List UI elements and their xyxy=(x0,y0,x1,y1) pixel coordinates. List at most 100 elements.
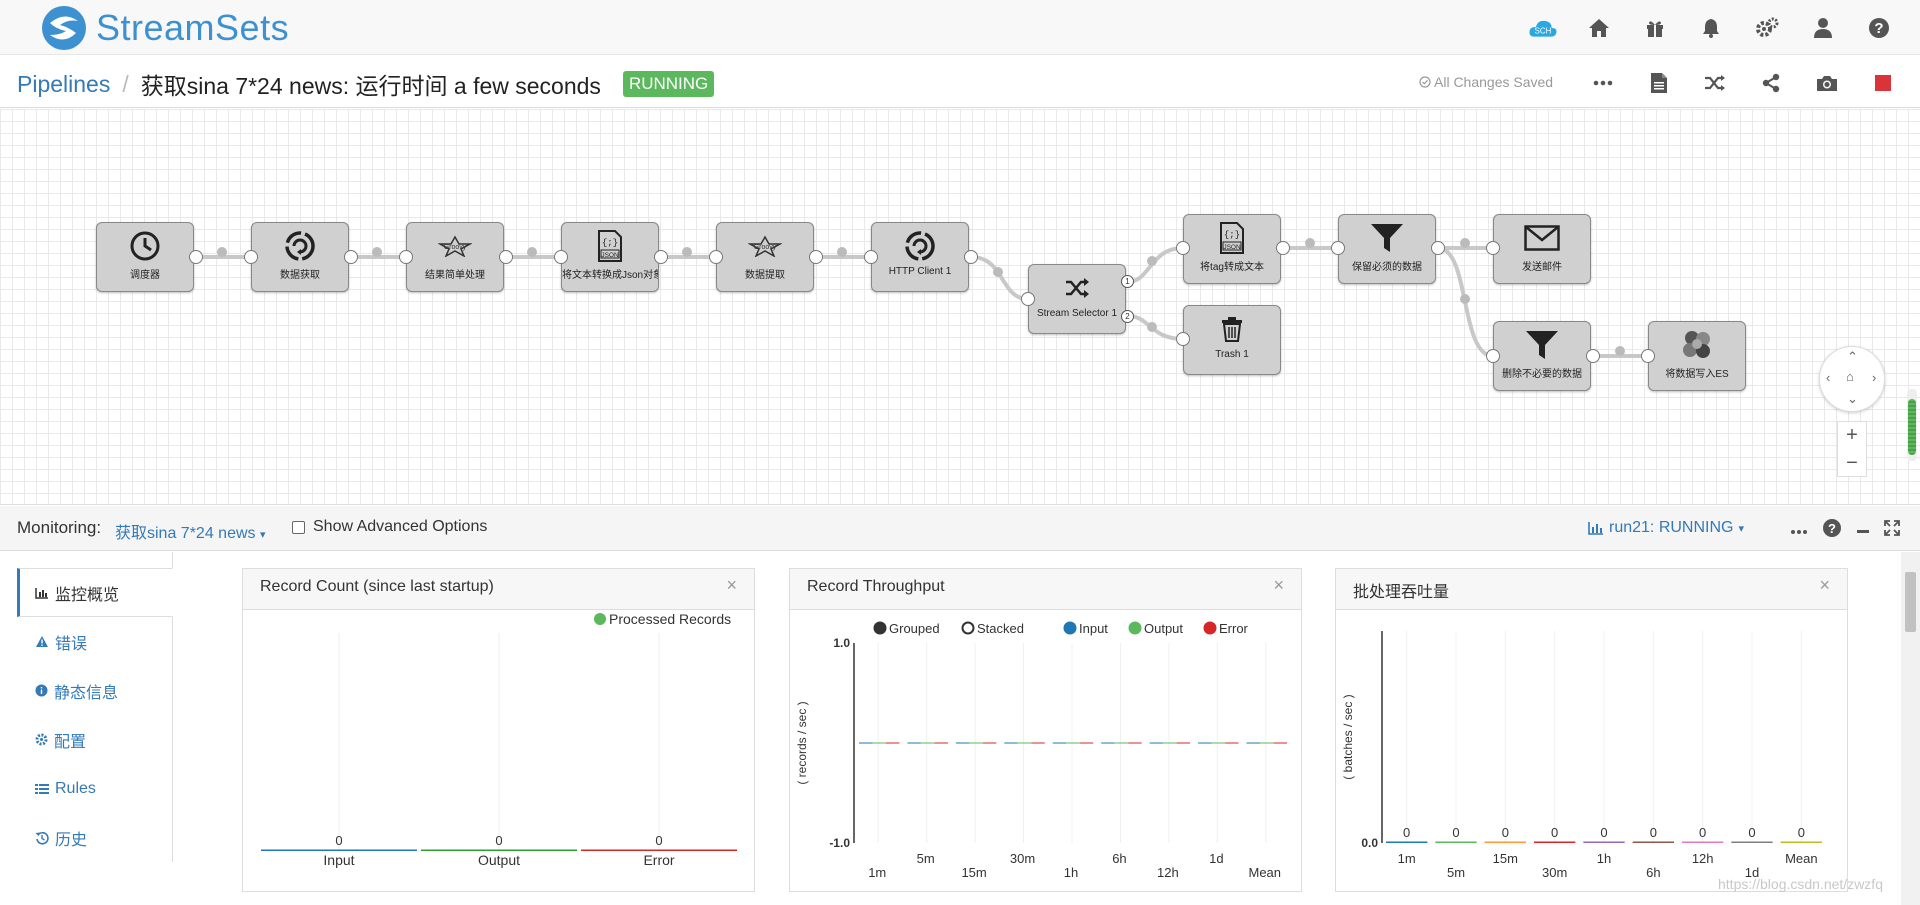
output-port[interactable] xyxy=(344,250,358,264)
input-port[interactable] xyxy=(1486,349,1500,363)
sidenav-item-label: 静态信息 xyxy=(54,684,119,702)
input-port[interactable] xyxy=(1176,241,1190,255)
sidenav-item-summary[interactable]: 监控概览 xyxy=(17,568,173,617)
zoom-in-button[interactable]: + xyxy=(1838,422,1866,450)
sidenav-item-rules[interactable]: Rules xyxy=(17,764,173,813)
input-port[interactable] xyxy=(399,250,413,264)
pan-left-icon[interactable]: ‹ xyxy=(1826,370,1830,385)
zoom-slider-thumb[interactable] xyxy=(1908,399,1916,455)
selector-output-2[interactable]: 2 xyxy=(1121,310,1134,323)
advanced-options-checkbox[interactable] xyxy=(292,520,305,534)
stage-trash-1[interactable]: Trash 1 xyxy=(1183,305,1281,375)
output-port[interactable] xyxy=(1276,241,1290,255)
output-port[interactable] xyxy=(654,250,668,264)
sidenav-item-label: 错误 xyxy=(55,635,88,653)
bell-icon[interactable] xyxy=(1696,13,1726,43)
expand-icon[interactable] xyxy=(1884,520,1900,541)
shuffle-icon[interactable] xyxy=(1687,69,1743,97)
stop-pipeline-button[interactable] xyxy=(1855,69,1911,97)
output-port[interactable] xyxy=(1586,349,1600,363)
page-scrollbar[interactable] xyxy=(1901,552,1920,905)
input-port[interactable] xyxy=(1021,292,1035,306)
user-icon[interactable] xyxy=(1808,13,1838,43)
monitoring-pipeline-dropdown[interactable]: 获取sina 7*24 news ▾ xyxy=(115,519,266,543)
zoom-out-button[interactable]: − xyxy=(1838,450,1866,478)
zoom-slider[interactable] xyxy=(1907,389,1917,461)
run-history-dropdown[interactable]: run21: RUNNING ▾ xyxy=(1588,519,1744,537)
advanced-options-toggle[interactable]: Show Advanced Options xyxy=(292,518,487,536)
more-options-icon[interactable] xyxy=(1790,522,1808,540)
gift-icon[interactable] xyxy=(1640,13,1670,43)
save-status-text: All Changes Saved xyxy=(1434,74,1554,90)
output-port[interactable] xyxy=(1431,241,1445,255)
output-port[interactable] xyxy=(809,250,823,264)
stage-data-extract[interactable]: Groovy 数据提取 xyxy=(716,222,814,292)
gears-icon[interactable] xyxy=(1752,13,1782,43)
record-count-panel: Record Count (since last startup) × Proc… xyxy=(242,568,755,892)
document-icon[interactable] xyxy=(1631,69,1687,97)
share-icon[interactable] xyxy=(1743,69,1799,97)
breadcrumb-pipelines-link[interactable]: Pipelines xyxy=(17,71,110,98)
pipeline-canvas[interactable]: 调度器 数据获取 Groovy 结果简单处理 {;} JSON 将文本转换成Jso… xyxy=(0,109,1920,505)
help-icon[interactable]: ? xyxy=(1864,13,1894,43)
streamsets-logo-icon xyxy=(42,6,86,50)
scrollbar-thumb[interactable] xyxy=(1905,572,1916,632)
bar xyxy=(920,742,935,744)
input-port[interactable] xyxy=(244,250,258,264)
selector-output-1[interactable]: 1 xyxy=(1121,275,1134,288)
input-port[interactable] xyxy=(554,250,568,264)
stage-keep-required[interactable]: 保留必须的数据 xyxy=(1338,214,1436,284)
streamsets-logo[interactable]: StreamSets xyxy=(38,3,289,53)
sidenav-item-config[interactable]: 配置 xyxy=(17,715,173,764)
camera-icon[interactable] xyxy=(1799,69,1855,97)
input-port[interactable] xyxy=(1641,349,1655,363)
sidenav-item-info[interactable]: 静态信息 xyxy=(17,666,173,715)
data-label: 0 xyxy=(1452,825,1459,840)
stage-stream-selector-1[interactable]: Stream Selector 1 xyxy=(1028,264,1126,334)
http-refresh-icon xyxy=(252,229,348,263)
help-icon[interactable]: ? xyxy=(1822,518,1842,543)
output-port[interactable] xyxy=(499,250,513,264)
close-icon[interactable]: × xyxy=(726,575,737,596)
input-port[interactable] xyxy=(709,250,723,264)
x-tick-label: 30m xyxy=(1542,865,1567,880)
sidenav-item-history[interactable]: 历史 xyxy=(17,813,173,862)
stage-delete-unneeded[interactable]: 删除不必要的数据 xyxy=(1493,321,1591,391)
sidenav-item-errors[interactable]: 错误 xyxy=(17,617,173,666)
close-icon[interactable]: × xyxy=(1273,575,1284,596)
home-icon[interactable] xyxy=(1584,13,1614,43)
canvas-pan-control[interactable]: ⌃ ‹ ⌂ › ⌄ xyxy=(1819,346,1885,412)
stage-scheduler[interactable]: 调度器 xyxy=(96,222,194,292)
input-port[interactable] xyxy=(864,250,878,264)
panel-header: Record Count (since last startup) × xyxy=(243,569,754,610)
input-port[interactable] xyxy=(1176,332,1190,346)
pan-down-icon[interactable]: ⌄ xyxy=(1847,391,1858,407)
stage-label: 调度器 xyxy=(130,270,160,281)
stage-json-parser[interactable]: {;} JSON 将文本转换成Json对象 xyxy=(561,222,659,292)
stage-tag-to-text[interactable]: {;} JSON 将tag转成文本 xyxy=(1183,214,1281,284)
stage-write-es[interactable]: 将数据写入ES xyxy=(1648,321,1746,391)
minimize-icon[interactable] xyxy=(1856,521,1870,540)
pan-up-icon[interactable]: ⌃ xyxy=(1847,349,1858,365)
bar xyxy=(261,849,417,851)
panel-header: 批处理吞吐量 × xyxy=(1336,569,1847,610)
close-icon[interactable]: × xyxy=(1819,575,1830,596)
data-label: 0 xyxy=(1798,825,1805,840)
stage-send-email[interactable]: 发送邮件 xyxy=(1493,214,1591,284)
input-port[interactable] xyxy=(1331,241,1345,255)
stage-http-client-1[interactable]: HTTP Client 1 xyxy=(871,222,969,292)
elasticsearch-icon xyxy=(1649,328,1745,362)
sch-cloud-icon[interactable]: SCH xyxy=(1528,13,1558,43)
more-options-icon[interactable] xyxy=(1575,69,1631,97)
monitoring-bar: Monitoring: 获取sina 7*24 news ▾ Show Adva… xyxy=(0,506,1920,551)
pipeline-title: 获取sina 7*24 news: 运行时间 a few seconds xyxy=(140,73,601,99)
y-axis-label: ( records / sec ) xyxy=(795,701,809,784)
output-port[interactable] xyxy=(964,250,978,264)
stage-label: 将tag转成文本 xyxy=(1200,262,1264,273)
stage-result-process[interactable]: Groovy 结果简单处理 xyxy=(406,222,504,292)
input-port[interactable] xyxy=(1486,241,1500,255)
pan-right-icon[interactable]: › xyxy=(1872,370,1876,385)
stage-data-fetch[interactable]: 数据获取 xyxy=(251,222,349,292)
home-icon[interactable]: ⌂ xyxy=(1846,369,1854,384)
output-port[interactable] xyxy=(189,250,203,264)
